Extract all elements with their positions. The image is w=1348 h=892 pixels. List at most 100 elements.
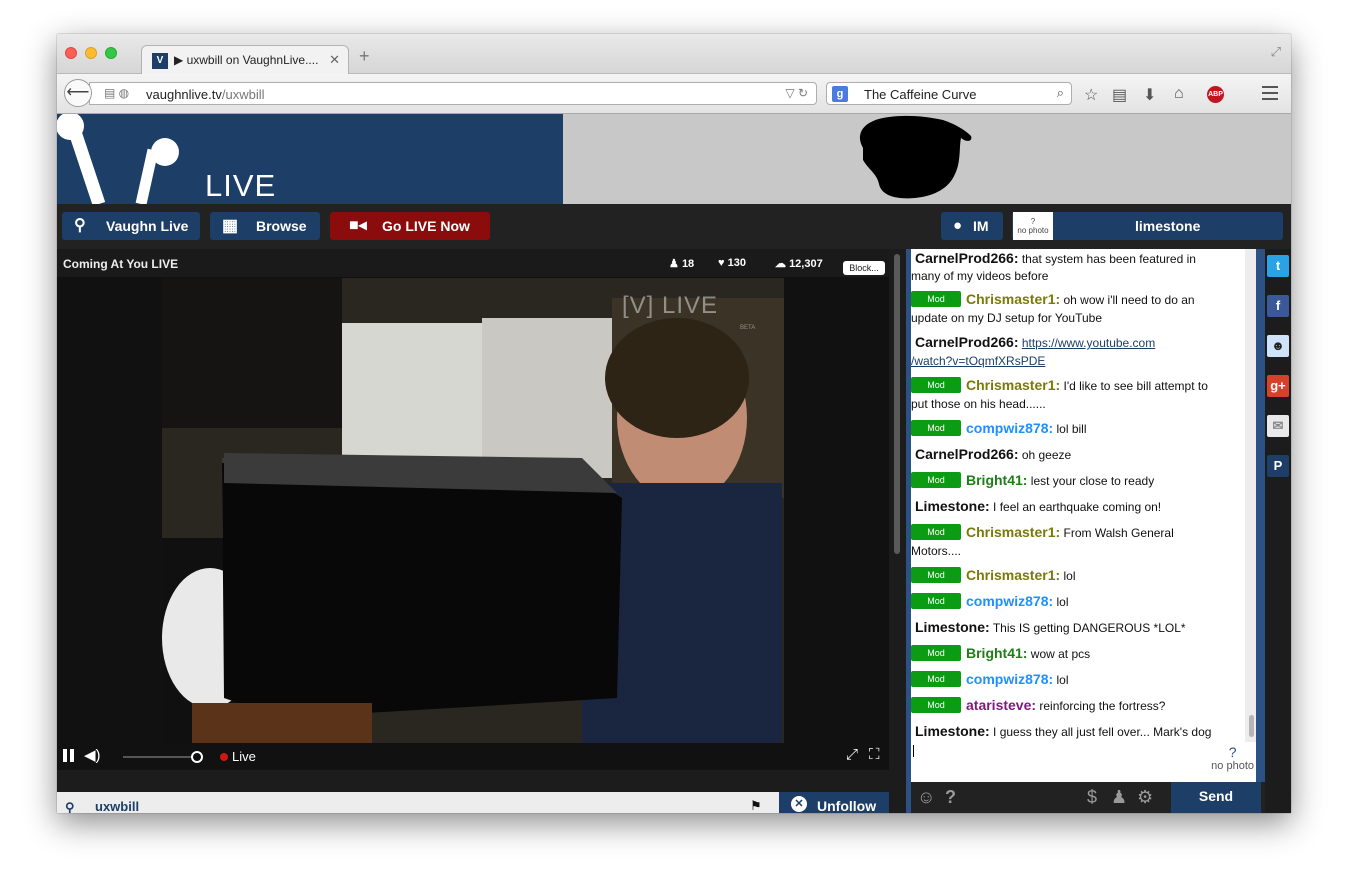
tab-active[interactable]: V ▶ uxwbill on VaughnLive.... ✕ bbox=[141, 45, 349, 75]
chat-text: wow at pcs bbox=[1030, 647, 1091, 661]
unfollow-button[interactable]: ✕ Unfollow bbox=[779, 792, 889, 813]
flag-icon[interactable]: ⚑ bbox=[750, 798, 762, 813]
twitter-icon[interactable]: t bbox=[1267, 255, 1289, 277]
reload-icon[interactable]: ▽ ↻ bbox=[785, 86, 808, 100]
tab-close-icon[interactable]: ✕ bbox=[329, 52, 340, 68]
user-icon[interactable]: ♟ bbox=[1111, 787, 1127, 808]
chat-username[interactable]: compwiz878: bbox=[966, 671, 1053, 687]
menu-icon[interactable] bbox=[1262, 86, 1278, 100]
chat-username[interactable]: CarnelProd266: bbox=[915, 446, 1018, 462]
im-button[interactable]: ● IM bbox=[941, 212, 1003, 240]
volume-slider[interactable] bbox=[123, 751, 204, 763]
bookmark-star-icon[interactable]: ☆ bbox=[1084, 85, 1098, 105]
facebook-icon[interactable]: f bbox=[1267, 295, 1289, 317]
chat-text: lol bill bbox=[1056, 422, 1087, 436]
chat-message: Mod Chrismaster1: From Walsh General bbox=[911, 523, 1245, 543]
video-frame[interactable]: [V] LIVE BETA bbox=[162, 278, 784, 743]
back-button[interactable]: ⟵ bbox=[64, 79, 92, 107]
chat-scrollbar-thumb[interactable] bbox=[1249, 715, 1254, 737]
chat-input[interactable]: ? no photo bbox=[911, 742, 1256, 782]
chat-text: From Walsh General bbox=[1063, 526, 1174, 540]
mod-badge: Mod bbox=[911, 671, 961, 687]
chat-link[interactable]: https://www.youtube.com bbox=[1022, 336, 1155, 350]
go-live-label: Go LIVE Now bbox=[382, 218, 470, 234]
grid-icon: ▦ bbox=[222, 216, 239, 235]
go-live-button[interactable]: ■◂ Go LIVE Now bbox=[330, 212, 490, 240]
emoji-icon[interactable]: ☺ bbox=[917, 787, 935, 808]
likes-value: 130 bbox=[727, 257, 746, 269]
chat-username[interactable]: compwiz878: bbox=[966, 420, 1053, 436]
chat-username[interactable]: Limestone: bbox=[915, 723, 990, 739]
maximize-window-button[interactable] bbox=[105, 47, 117, 59]
fullscreen-icon[interactable]: ⤢ bbox=[1271, 44, 1281, 60]
volume-fill bbox=[123, 756, 198, 758]
chat-username[interactable]: Chrismaster1: bbox=[966, 377, 1060, 393]
reading-list-icon[interactable]: ▤ bbox=[1112, 85, 1127, 105]
chat-username[interactable]: Bright41: bbox=[966, 472, 1027, 488]
viewers-value: 18 bbox=[681, 258, 695, 270]
viewers-icon: ♟ bbox=[669, 258, 679, 270]
chat-message-continued: /watch?v=tOqmfXRsPDE bbox=[911, 352, 1245, 371]
chat-username[interactable]: CarnelProd266: bbox=[915, 250, 1018, 266]
volume-knob[interactable] bbox=[191, 751, 204, 763]
chat-text: reinforcing the fortress? bbox=[1039, 699, 1166, 713]
help-icon[interactable]: ? bbox=[945, 787, 956, 808]
block-button[interactable]: Block... bbox=[843, 261, 885, 275]
currency-icon[interactable]: $ bbox=[1087, 787, 1097, 808]
url-bar[interactable]: ▤ ◍ vaughnlive.tv/uxwbill ▽ ↻ bbox=[89, 82, 817, 105]
site-nav: ⚲ Vaughn Live ▦ Browse ■◂ Go LIVE Now ● … bbox=[57, 204, 1291, 249]
fullscreen-player-icon[interactable]: ⛶ bbox=[869, 746, 880, 763]
pause-icon[interactable] bbox=[63, 749, 67, 762]
send-button[interactable]: Send bbox=[1171, 782, 1261, 813]
avatar: ? no photo bbox=[1013, 212, 1053, 240]
search-icon[interactable]: ⌕ bbox=[1057, 85, 1064, 101]
chat-username[interactable]: Limestone: bbox=[915, 619, 990, 635]
search-input[interactable]: The Caffeine Curve bbox=[864, 87, 977, 102]
expand-icon[interactable]: ⤢ bbox=[846, 746, 858, 763]
pinterest-icon[interactable]: P bbox=[1267, 455, 1289, 477]
search-engine-icon[interactable]: g bbox=[832, 86, 848, 102]
vaughn-live-label: Vaughn Live bbox=[106, 218, 189, 234]
search-bar[interactable]: g The Caffeine Curve ⌕ bbox=[826, 82, 1072, 105]
close-window-button[interactable] bbox=[65, 47, 77, 59]
chat-message-continued: update on my DJ setup for YouTube bbox=[911, 309, 1245, 328]
chat-username[interactable]: Chrismaster1: bbox=[966, 567, 1060, 583]
navigation-bar: ▤ ◍ vaughnlive.tv/uxwbill ▽ ↻ ⟵ g The Ca… bbox=[57, 74, 1291, 114]
settings-gear-icon[interactable]: ⚙ bbox=[1137, 787, 1153, 808]
view-count: ☁ 12,307 bbox=[775, 257, 823, 270]
chat-link[interactable]: /watch?v=tOqmfXRsPDE bbox=[911, 354, 1045, 368]
chat-message-continued: Motors.... bbox=[911, 542, 1245, 561]
chat-username[interactable]: compwiz878: bbox=[966, 593, 1053, 609]
chat-username[interactable]: CarnelProd266: bbox=[915, 334, 1018, 350]
google-plus-icon[interactable]: g+ bbox=[1267, 375, 1289, 397]
chat-username[interactable]: Chrismaster1: bbox=[966, 291, 1060, 307]
email-icon[interactable]: ✉ bbox=[1267, 415, 1289, 437]
adblock-icon[interactable]: ABP bbox=[1207, 86, 1224, 103]
minimize-window-button[interactable] bbox=[85, 47, 97, 59]
site-favicon-icon: V bbox=[152, 53, 168, 69]
chat-username[interactable]: ataristeve: bbox=[966, 697, 1036, 713]
channel-info-bar: ⚲ uxwbill ⚑ bbox=[57, 792, 889, 813]
chat-username[interactable]: Limestone: bbox=[915, 498, 990, 514]
new-tab-button[interactable]: + bbox=[359, 46, 370, 67]
mod-badge: Mod bbox=[911, 291, 961, 307]
viewer-count: ♟ 18 bbox=[669, 257, 694, 270]
user-menu-button[interactable]: ? no photo limestone bbox=[1012, 212, 1283, 240]
mod-badge: Mod bbox=[911, 645, 961, 661]
chat-scrollbar[interactable] bbox=[1245, 249, 1256, 742]
browse-button[interactable]: ▦ Browse bbox=[210, 212, 320, 240]
mod-badge: Mod bbox=[911, 377, 961, 393]
page-info-icon[interactable]: ▤ ◍ bbox=[104, 86, 129, 100]
downloads-icon[interactable]: ⬇ bbox=[1143, 85, 1156, 105]
channel-name[interactable]: uxwbill bbox=[95, 799, 139, 813]
browser-window: V ▶ uxwbill on VaughnLive.... ✕ + ⤢ ▤ ◍ … bbox=[57, 34, 1291, 813]
volume-icon[interactable]: ◀) bbox=[84, 746, 101, 764]
home-icon[interactable]: ⌂ bbox=[1174, 85, 1184, 103]
chat-username[interactable]: Chrismaster1: bbox=[966, 524, 1060, 540]
vaughn-live-button[interactable]: ⚲ Vaughn Live bbox=[62, 212, 200, 240]
im-label: IM bbox=[973, 218, 989, 234]
page-scrollbar-thumb[interactable] bbox=[894, 254, 900, 554]
reddit-icon[interactable]: ☻ bbox=[1267, 335, 1289, 357]
vaughn-live-logo[interactable] bbox=[57, 114, 563, 204]
chat-username[interactable]: Bright41: bbox=[966, 645, 1027, 661]
